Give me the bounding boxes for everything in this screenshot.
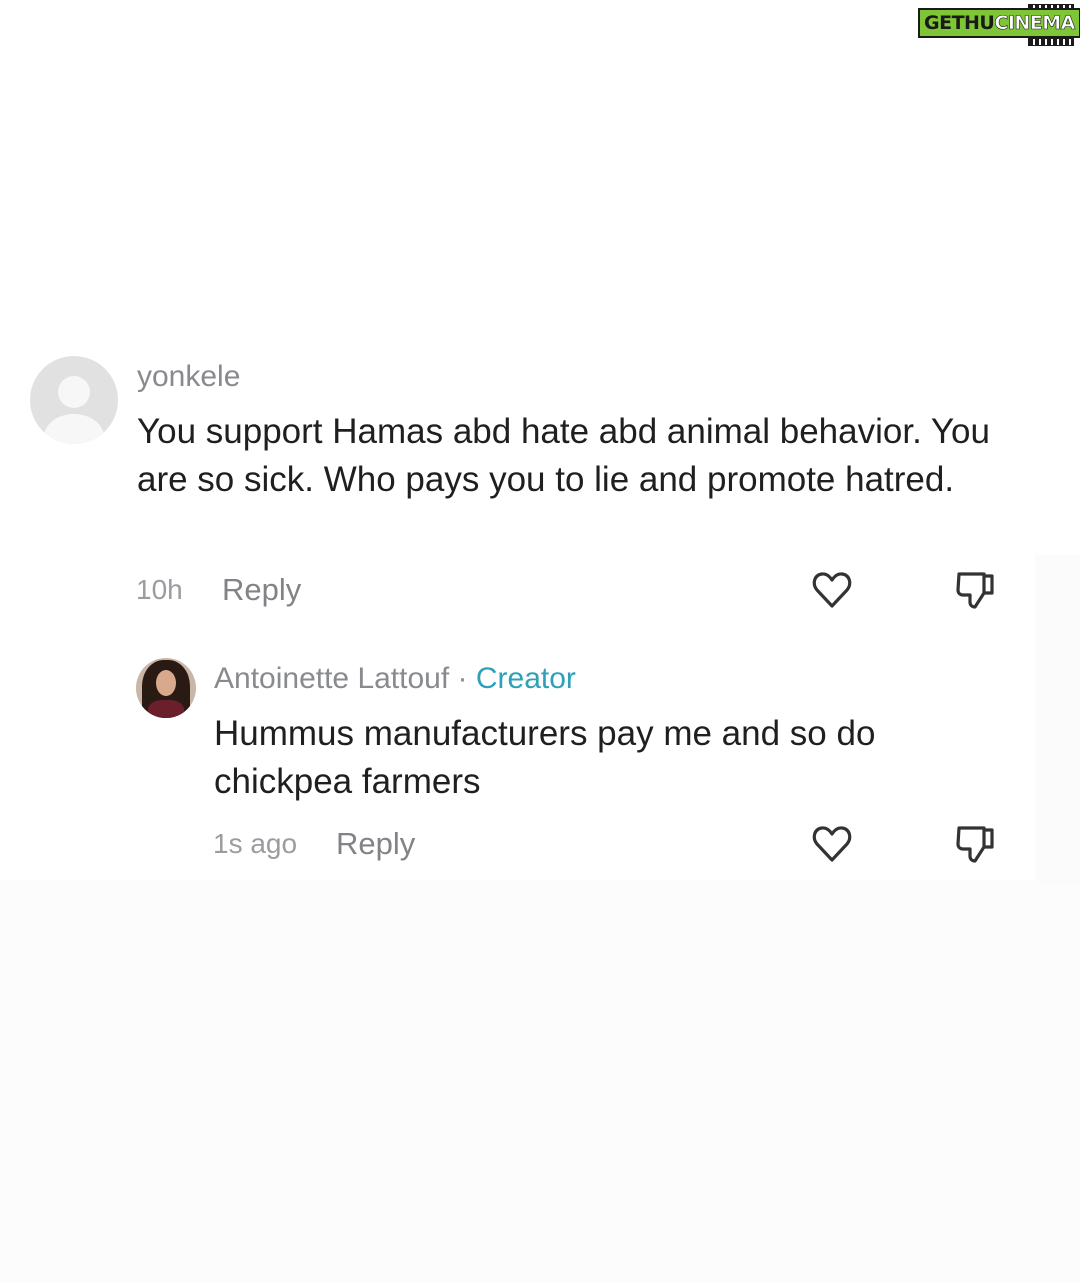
comment-username[interactable]: yonkele	[137, 360, 240, 394]
watermark-part2: CINEMA	[994, 12, 1076, 35]
creator-badge: Creator	[475, 662, 576, 695]
heart-icon[interactable]	[810, 822, 854, 866]
comment-text: Hummus manufacturers pay me and so do ch…	[214, 714, 876, 801]
reply-comment: Antoinette Lattouf · Creator Hummus manu…	[0, 658, 1080, 878]
thumbs-down-icon[interactable]	[953, 822, 997, 866]
reply-button[interactable]: Reply	[336, 826, 415, 862]
film-strip-icon	[1028, 38, 1074, 46]
comment: yonkele You support Hamas abd hate abd a…	[0, 356, 1080, 616]
reply-button[interactable]: Reply	[222, 572, 301, 608]
watermark-text: GETHU CINEMA	[918, 8, 1080, 38]
comment-username[interactable]: Antoinette Lattouf · Creator	[214, 662, 576, 696]
comment-timestamp: 1s ago	[213, 828, 298, 859]
watermark-part1: GETHU	[924, 12, 995, 34]
profile-photo[interactable]	[136, 658, 196, 718]
watermark-logo: GETHU CINEMA	[918, 4, 1080, 46]
separator-dot: ·	[457, 662, 468, 695]
default-avatar-icon[interactable]	[30, 356, 118, 444]
heart-icon[interactable]	[810, 568, 854, 612]
comment-text: You support Hamas abd hate abd animal be…	[137, 412, 990, 499]
lower-background	[0, 880, 1080, 1283]
comment-timestamp: 10h	[136, 574, 183, 605]
thumbs-down-icon[interactable]	[953, 568, 997, 612]
username-text[interactable]: Antoinette Lattouf	[214, 662, 449, 695]
